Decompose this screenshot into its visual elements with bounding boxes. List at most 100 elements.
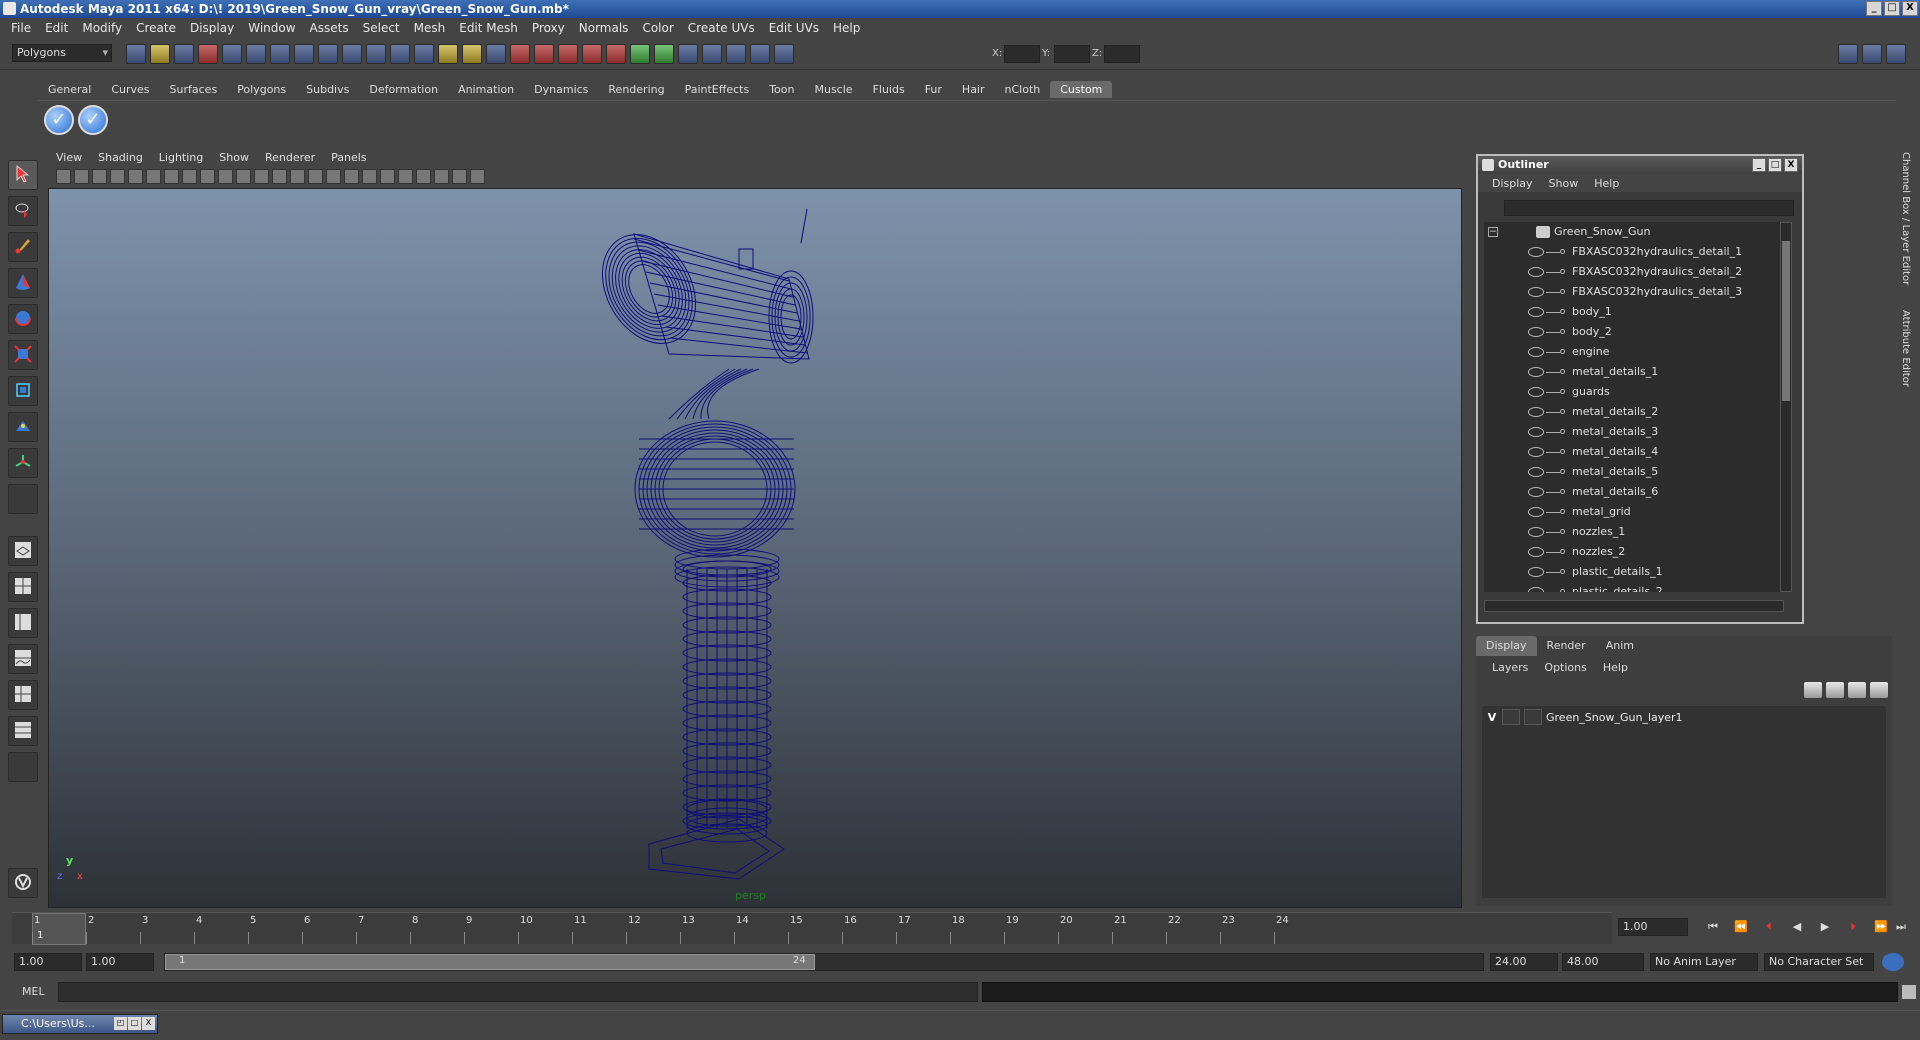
y-field[interactable] — [1054, 45, 1090, 63]
layer-tab-display[interactable]: Display — [1476, 636, 1537, 656]
sidebar-toggle-icon[interactable] — [702, 44, 722, 64]
outliner-close-button[interactable]: X — [1784, 158, 1798, 172]
shelf-tab-deformation[interactable]: Deformation — [359, 81, 448, 98]
paint-select-tool[interactable] — [8, 232, 38, 262]
attribute-editor-toggle-icon[interactable] — [1838, 44, 1858, 64]
textured-icon[interactable] — [344, 168, 359, 184]
time-slider[interactable]: 1 1 2 3 4 5 6 7 8 9 10 11 12 13 14 15 16 17 18 19 20 21 22 23 2… — [12, 912, 1612, 945]
z-field[interactable] — [1104, 45, 1140, 63]
shadows-icon[interactable] — [398, 168, 413, 184]
scale-tool[interactable] — [8, 340, 38, 370]
layer-type-toggle[interactable] — [1502, 709, 1520, 725]
step-back-key-icon[interactable]: ⏴ — [1762, 920, 1776, 934]
outliner-menu-help[interactable]: Help — [1586, 177, 1627, 190]
resolution-gate-icon[interactable] — [200, 168, 215, 184]
channel-toggle-icon[interactable] — [726, 44, 746, 64]
smooth-shade-icon[interactable] — [308, 168, 323, 184]
history-icon[interactable] — [390, 44, 410, 64]
layer-color-swatch[interactable] — [1524, 709, 1542, 725]
shelf-tab-fur[interactable]: Fur — [915, 81, 952, 98]
step-back-frame-icon[interactable]: ⏪ — [1734, 920, 1748, 934]
viewport-menu-view[interactable]: View — [48, 151, 90, 164]
select-component-icon[interactable] — [246, 44, 266, 64]
menu-file[interactable]: File — [4, 21, 38, 35]
shelf-tab-subdivs[interactable]: Subdivs — [296, 81, 359, 98]
select-object-icon[interactable] — [222, 44, 242, 64]
outliner-item[interactable]: FBXASC032hydraulics_detail_2 — [1484, 262, 1784, 282]
attribute-editor-tab[interactable]: Attribute Editor — [1900, 310, 1911, 387]
outliner-persp-layout[interactable] — [8, 608, 38, 638]
maximize-button[interactable]: □ — [1884, 1, 1900, 16]
outliner-horizontal-scrollbar[interactable] — [1484, 600, 1784, 612]
gate-mask-icon[interactable] — [218, 168, 233, 184]
viewport-menu-panels[interactable]: Panels — [323, 151, 374, 164]
outliner-item[interactable]: nozzles_1 — [1484, 522, 1784, 542]
shelf-tab-painteffects[interactable]: PaintEffects — [675, 81, 760, 98]
universal-manipulator-tool[interactable] — [8, 376, 38, 406]
film-gate-icon[interactable] — [182, 168, 197, 184]
layer-tab-render[interactable]: Render — [1537, 636, 1596, 656]
command-input[interactable] — [58, 982, 978, 1002]
last-tool-slot[interactable] — [8, 484, 38, 514]
script-editor-icon[interactable] — [1902, 985, 1916, 999]
save-scene-icon[interactable] — [174, 44, 194, 64]
xray-joints-icon[interactable] — [452, 168, 467, 184]
2d-pan-zoom-icon[interactable] — [128, 168, 143, 184]
outliner-item[interactable]: engine — [1484, 342, 1784, 362]
backface-culling-icon[interactable] — [470, 168, 485, 184]
input-mode-icon[interactable] — [654, 44, 674, 64]
single-perspective-layout[interactable] — [8, 536, 38, 566]
minimized-task[interactable]: C:\Users\Us... ◰ □ X — [2, 1014, 158, 1034]
render-settings-icon[interactable] — [534, 44, 554, 64]
safe-title-icon[interactable] — [272, 168, 287, 184]
outliner-item[interactable]: metal_details_3 — [1484, 422, 1784, 442]
outliner-root-row[interactable]: − Green_Snow_Gun — [1484, 222, 1784, 242]
outliner-item[interactable]: metal_details_1 — [1484, 362, 1784, 382]
tool-settings-icon[interactable] — [750, 44, 770, 64]
go-to-end-icon[interactable]: ⏭ — [1894, 920, 1908, 934]
lasso-tool[interactable] — [8, 196, 38, 226]
step-forward-frame-icon[interactable]: ⏩ — [1874, 920, 1888, 934]
rotate-tool[interactable] — [8, 304, 38, 334]
minimize-button[interactable]: _ — [1866, 1, 1882, 16]
render-current-icon[interactable] — [486, 44, 506, 64]
snap-curve-icon[interactable] — [294, 44, 314, 64]
menu-create[interactable]: Create — [129, 21, 183, 35]
layer-menu-layers[interactable]: Layers — [1484, 661, 1536, 674]
outliner-filter-input[interactable] — [1504, 200, 1794, 216]
viewport-menu-renderer[interactable]: Renderer — [257, 151, 323, 164]
task-close-button[interactable]: X — [142, 1017, 155, 1030]
hypershade-icon[interactable] — [558, 44, 578, 64]
snap-plane-icon[interactable] — [342, 44, 362, 64]
shelf-tab-muscle[interactable]: Muscle — [804, 81, 862, 98]
custom-layout-menu[interactable] — [8, 752, 38, 782]
wireframe-icon[interactable] — [290, 168, 305, 184]
four-view-layout[interactable] — [8, 572, 38, 602]
vray-toolbar-button[interactable] — [8, 868, 38, 898]
outliner-item[interactable]: FBXASC032hydraulics_detail_1 — [1484, 242, 1784, 262]
outliner-maximize-button[interactable]: □ — [1768, 158, 1782, 172]
outliner-menu-display[interactable]: Display — [1484, 177, 1541, 190]
layer-visibility-toggle[interactable]: V — [1482, 711, 1502, 724]
menu-normals[interactable]: Normals — [572, 21, 636, 35]
hypershade-persp-layout[interactable] — [8, 680, 38, 710]
layer-move-up-icon[interactable] — [1804, 682, 1822, 698]
shelf-tab-ncloth[interactable]: nCloth — [995, 81, 1051, 98]
select-tool[interactable] — [8, 160, 38, 190]
outliner-item[interactable]: metal_details_2 — [1484, 402, 1784, 422]
menu-modify[interactable]: Modify — [75, 21, 129, 35]
ipr-render-icon[interactable] — [510, 44, 530, 64]
show-manipulator-tool[interactable] — [8, 448, 38, 478]
wireframe-on-shaded-icon[interactable] — [326, 168, 341, 184]
grease-pencil-icon[interactable] — [146, 168, 161, 184]
outliner-title-bar[interactable]: Outliner _ □ X — [1478, 156, 1802, 174]
attribute-icon[interactable] — [774, 44, 794, 64]
outliner-item[interactable]: metal_details_4 — [1484, 442, 1784, 462]
menu-mesh[interactable]: Mesh — [407, 21, 453, 35]
input-line-icon[interactable] — [630, 44, 650, 64]
batch-render-icon[interactable] — [606, 44, 626, 64]
shelf-tab-fluids[interactable]: Fluids — [863, 81, 915, 98]
channel-box-toggle-icon[interactable] — [1886, 44, 1906, 64]
outliner-item[interactable]: guards — [1484, 382, 1784, 402]
menu-display[interactable]: Display — [183, 21, 241, 35]
